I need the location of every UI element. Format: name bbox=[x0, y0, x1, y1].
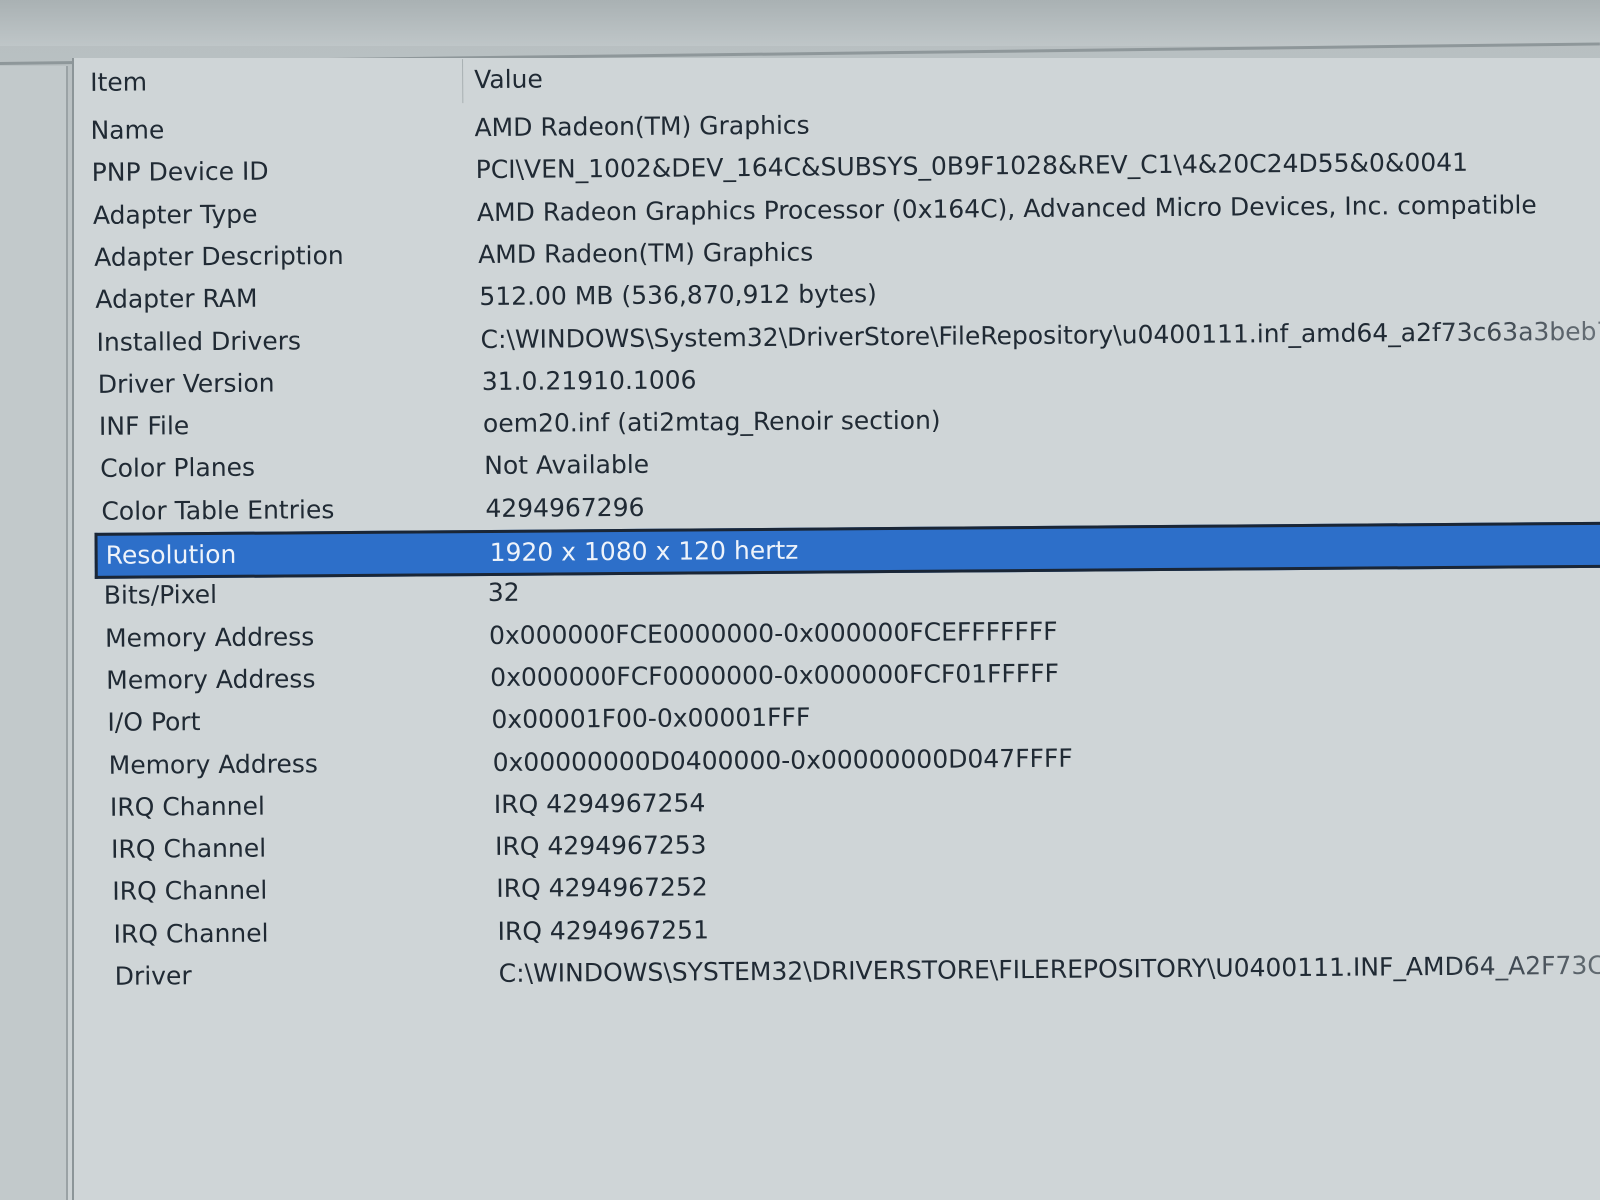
column-divider[interactable] bbox=[462, 59, 464, 104]
item-cell: Adapter RAM bbox=[95, 283, 258, 315]
value-cell: AMD Radeon(TM) Graphics bbox=[474, 110, 810, 143]
value-cell: 0x00001F00-0x00001FFF bbox=[491, 702, 811, 735]
value-cell: IRQ 4294967251 bbox=[497, 915, 710, 946]
item-cell: IRQ Channel bbox=[109, 791, 266, 822]
item-cell: PNP Device ID bbox=[91, 156, 269, 188]
item-cell: Memory Address bbox=[104, 621, 315, 653]
item-cell: Memory Address bbox=[108, 748, 318, 780]
item-cell: Driver Version bbox=[97, 368, 275, 399]
value-cell: 1920 x 1080 x 120 hertz bbox=[489, 535, 799, 567]
item-cell: Color Planes bbox=[100, 453, 256, 484]
item-cell: I/O Port bbox=[107, 707, 201, 737]
column-header-item[interactable]: Item bbox=[90, 67, 147, 96]
value-cell: 0x000000FCF0000000-0x000000FCF01FFFFF bbox=[490, 658, 1060, 692]
item-cell: Color Table Entries bbox=[101, 494, 335, 526]
item-cell: INF File bbox=[98, 411, 190, 441]
value-cell: oem20.inf (ati2mtag_Renoir section) bbox=[482, 405, 941, 439]
item-cell: Name bbox=[90, 115, 165, 145]
item-cell: IRQ Channel bbox=[110, 833, 267, 864]
value-cell: Not Available bbox=[484, 450, 650, 481]
value-cell: IRQ 4294967253 bbox=[494, 830, 707, 862]
details-list-content: Item Value Name AMD Radeon(TM) Graphics PN… bbox=[74, 58, 1600, 1200]
item-cell: IRQ Channel bbox=[113, 918, 269, 949]
value-cell: 31.0.21910.1006 bbox=[481, 365, 697, 396]
item-cell: Resolution bbox=[105, 539, 237, 570]
item-cell: IRQ Channel bbox=[112, 875, 268, 907]
value-cell: 0x000000FCE0000000-0x000000FCEFFFFFFF bbox=[488, 616, 1058, 650]
toolbar-area bbox=[0, 0, 1600, 46]
item-cell: Memory Address bbox=[106, 664, 316, 695]
value-cell: 32 bbox=[487, 578, 520, 608]
item-cell: Adapter Description bbox=[94, 240, 344, 272]
value-cell: AMD Radeon Graphics Processor (0x164C), … bbox=[476, 189, 1537, 227]
value-cell: 512.00 MB (536,870,912 bytes) bbox=[479, 279, 877, 312]
details-list: Item Value Name AMD Radeon(TM) Graphics PN… bbox=[72, 58, 1600, 1200]
item-cell: Bits/Pixel bbox=[103, 580, 218, 611]
value-cell: IRQ 4294967254 bbox=[493, 788, 706, 819]
value-cell: PCI\VEN_1002&DEV_164C&SUBSYS_0B9F1028&RE… bbox=[475, 148, 1469, 185]
item-cell: Installed Drivers bbox=[96, 325, 302, 357]
value-cell: AMD Radeon(TM) Graphics bbox=[478, 237, 814, 269]
value-cell: IRQ 4294967252 bbox=[496, 872, 708, 904]
system-information-window: Item Value Name AMD Radeon(TM) Graphics PN… bbox=[0, 0, 1600, 1200]
value-cell: 0x00000000D0400000-0x00000000D047FFFF bbox=[492, 743, 1073, 777]
item-cell: Adapter Type bbox=[92, 199, 258, 230]
category-tree-pane[interactable] bbox=[0, 66, 68, 1200]
value-cell: C:\WINDOWS\SYSTEM32\DRIVERSTORE\FILEREPO… bbox=[498, 950, 1600, 988]
value-cell: 4294967296 bbox=[485, 492, 645, 523]
column-header-value[interactable]: Value bbox=[474, 65, 543, 95]
list-header: Item Value bbox=[82, 58, 1600, 106]
item-cell: Driver bbox=[114, 961, 192, 991]
